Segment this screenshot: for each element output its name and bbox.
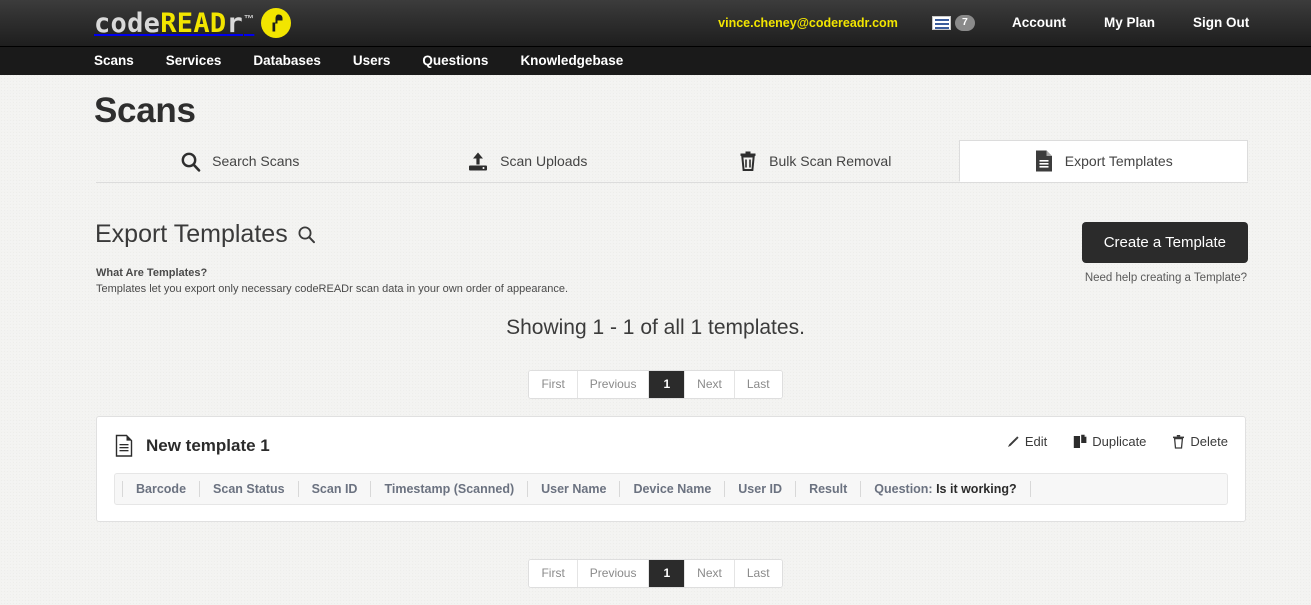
pagination-last[interactable]: Last bbox=[734, 560, 782, 588]
tab-export-templates[interactable]: Export Templates bbox=[958, 140, 1248, 182]
pagination-first[interactable]: First bbox=[529, 560, 578, 588]
nav-item-questions[interactable]: Questions bbox=[422, 47, 488, 75]
template-field-chip-question: Question: Is it working? bbox=[860, 481, 1031, 497]
tab-scan-uploads[interactable]: Scan Uploads bbox=[384, 140, 672, 182]
action-label: Edit bbox=[1024, 434, 1048, 449]
pagination-previous[interactable]: Previous bbox=[577, 371, 650, 399]
tab-label: Export Templates bbox=[1064, 153, 1173, 169]
pagination-first[interactable]: First bbox=[529, 371, 578, 399]
create-template-button[interactable]: Create a Template bbox=[1081, 222, 1248, 263]
trash-icon bbox=[738, 150, 758, 172]
question-prefix: Question: bbox=[874, 482, 937, 496]
template-actions: Edit Duplicate Delete bbox=[1006, 434, 1228, 449]
nav-item-knowledgebase[interactable]: Knowledgebase bbox=[520, 47, 623, 75]
logo-text-code: code bbox=[94, 7, 161, 39]
template-field-list: Barcode Scan Status Scan ID Timestamp (S… bbox=[114, 473, 1228, 505]
scans-tab-bar: Search Scans Scan Uploads Bulk Scan Remo… bbox=[96, 140, 1248, 183]
template-field-chip: Timestamp (Scanned) bbox=[370, 481, 527, 497]
section-title-text: Export Templates bbox=[95, 220, 288, 248]
tab-bulk-scan-removal[interactable]: Bulk Scan Removal bbox=[671, 140, 959, 182]
edit-template-button[interactable]: Edit bbox=[1006, 434, 1047, 449]
pagination-next[interactable]: Next bbox=[685, 560, 735, 588]
document-icon bbox=[1034, 149, 1054, 173]
page-title: Scans bbox=[94, 91, 196, 130]
action-label: Duplicate bbox=[1092, 434, 1147, 449]
template-field-chip: Scan ID bbox=[297, 481, 371, 497]
templates-explainer-body: Templates let you export only necessary … bbox=[96, 282, 569, 295]
template-field-chip: User Name bbox=[527, 481, 619, 497]
main-navigation-bar: Scans Services Databases Users Questions… bbox=[0, 46, 1311, 75]
delete-template-button[interactable]: Delete bbox=[1172, 434, 1228, 449]
header-link-my-plan[interactable]: My Plan bbox=[1104, 15, 1155, 30]
header-link-sign-out[interactable]: Sign Out bbox=[1193, 15, 1249, 30]
pagination-previous[interactable]: Previous bbox=[577, 560, 650, 588]
template-field-chip: Result bbox=[795, 481, 860, 497]
template-field-chip: Device Name bbox=[619, 481, 724, 497]
trash-icon bbox=[1172, 434, 1185, 449]
site-logo[interactable]: codeREADr™ bbox=[94, 6, 292, 40]
section-title: Export Templates bbox=[95, 220, 316, 249]
tab-label: Search Scans bbox=[212, 153, 300, 169]
duplicate-icon bbox=[1073, 434, 1087, 449]
results-summary: Showing 1 - 1 of all 1 templates. bbox=[506, 316, 805, 339]
create-template-help-text: Need help creating a Template? bbox=[1084, 272, 1247, 284]
search-icon bbox=[180, 151, 201, 172]
barcode-scanner-icon bbox=[261, 8, 292, 38]
pagination-bottom: First Previous 1 Next Last bbox=[0, 559, 1311, 589]
logo-trademark: ™ bbox=[244, 13, 255, 25]
user-email: vince.cheney@codereadr.com bbox=[718, 16, 898, 30]
tab-search-scans[interactable]: Search Scans bbox=[96, 140, 384, 182]
template-field-chip: Scan Status bbox=[199, 481, 298, 497]
top-header-bar: codeREADr™ vince.cheney@codereadr.com 7 … bbox=[0, 0, 1311, 46]
search-icon[interactable] bbox=[297, 225, 316, 244]
pencil-icon bbox=[1006, 435, 1020, 449]
nav-item-scans[interactable]: Scans bbox=[94, 47, 134, 75]
action-label: Delete bbox=[1190, 434, 1228, 449]
template-card: New template 1 Edit Duplicate Delete Bar… bbox=[96, 416, 1246, 522]
templates-explainer-heading: What Are Templates? bbox=[96, 267, 208, 279]
tab-label: Bulk Scan Removal bbox=[769, 153, 892, 169]
logo-text-r: r bbox=[226, 7, 244, 39]
duplicate-template-button[interactable]: Duplicate bbox=[1073, 434, 1146, 449]
nav-item-services[interactable]: Services bbox=[166, 47, 222, 75]
messages-count-badge: 7 bbox=[955, 15, 975, 31]
messages-icon bbox=[932, 15, 951, 30]
pagination-page-1[interactable]: 1 bbox=[649, 560, 686, 588]
upload-icon bbox=[467, 151, 489, 172]
templates-explainer: What Are Templates? Templates let you ex… bbox=[96, 266, 568, 298]
document-icon bbox=[114, 434, 134, 458]
pagination-page-1[interactable]: 1 bbox=[649, 371, 686, 399]
template-field-chip: User ID bbox=[724, 481, 795, 497]
question-text: Is it working? bbox=[936, 482, 1017, 496]
header-link-account[interactable]: Account bbox=[1012, 15, 1066, 30]
template-card-header: New template 1 Edit Duplicate Delete bbox=[114, 431, 1228, 461]
pagination-last[interactable]: Last bbox=[734, 371, 782, 399]
logo-text-read: READ bbox=[160, 7, 227, 39]
pagination-top: First Previous 1 Next Last bbox=[0, 370, 1311, 400]
tab-label: Scan Uploads bbox=[500, 153, 588, 169]
template-name: New template 1 bbox=[146, 436, 270, 455]
messages-button[interactable]: 7 bbox=[932, 15, 975, 31]
nav-item-users[interactable]: Users bbox=[353, 47, 391, 75]
nav-item-databases[interactable]: Databases bbox=[253, 47, 321, 75]
pagination-next[interactable]: Next bbox=[685, 371, 735, 399]
template-field-chip: Barcode bbox=[122, 481, 199, 497]
